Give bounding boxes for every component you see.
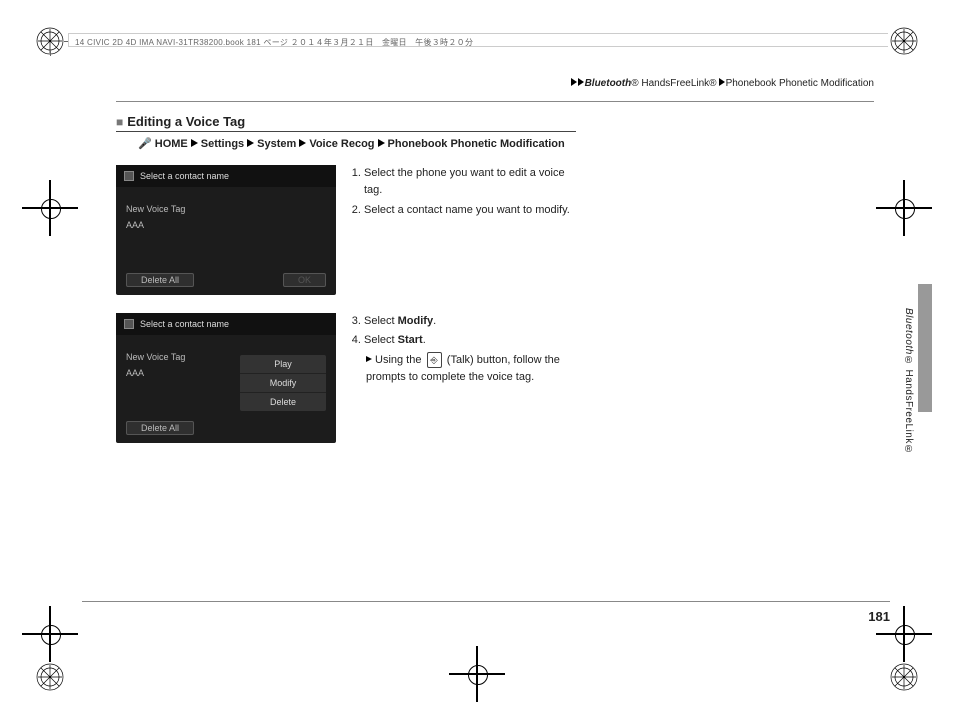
nav-step: System: [257, 138, 296, 150]
print-crosshair-icon: [38, 622, 62, 646]
delete-all-button: Delete All: [126, 421, 194, 435]
list-item: New Voice Tag: [126, 201, 185, 217]
talk-icon: 🎤: [138, 138, 152, 150]
menu-item-modify: Modify: [240, 374, 326, 393]
screenshot-contact-list: Select a contact name New Voice Tag AAA …: [116, 165, 336, 295]
nav-step: Phonebook Phonetic Modification: [388, 138, 565, 150]
step-3: Select Modify.: [364, 313, 576, 331]
print-registration-mark: [890, 663, 918, 691]
instruction-text: Select Modify. Select Start. Using the ⎆…: [348, 313, 576, 387]
step-4: Select Start.: [364, 332, 576, 350]
nav-step: Settings: [201, 138, 244, 150]
triangle-right-icon: [299, 139, 306, 147]
navigation-path: 🎤 HOME Settings System Voice Recog Phonebook…: [138, 136, 576, 153]
breadcrumb-text: HandsFreeLink®: [639, 78, 717, 89]
print-crosshair-icon: [892, 622, 916, 646]
footer-rule: [82, 601, 890, 602]
print-crosshair-icon: [892, 196, 916, 220]
print-registration-mark: [890, 27, 918, 55]
context-menu: Play Modify Delete: [240, 355, 326, 411]
menu-item-play: Play: [240, 355, 326, 374]
triangle-right-icon: [247, 139, 254, 147]
triangle-right-icon: [378, 139, 385, 147]
screenshot-header: Select a contact name: [116, 165, 336, 187]
instruction-text: Select the phone you want to edit a voic…: [348, 165, 576, 222]
list-item: AAA: [126, 365, 185, 381]
thumb-tab: [918, 284, 932, 412]
nav-step: HOME: [155, 138, 188, 150]
square-bullet-icon: ■: [116, 115, 123, 129]
list-item: New Voice Tag: [126, 349, 185, 365]
document-source-header: 14 CIVIC 2D 4D IMA NAVI-31TR38200.book 1…: [68, 33, 888, 47]
triangle-right-icon: [719, 78, 725, 86]
talk-button-icon: ⎆: [427, 352, 442, 368]
print-registration-mark: [36, 663, 64, 691]
triangle-right-icon: [366, 356, 372, 362]
triangle-right-icon: [191, 139, 198, 147]
breadcrumb: Bluetooth® HandsFreeLink® Phonebook Phone…: [116, 78, 874, 102]
print-tick: [50, 50, 51, 56]
page-number: 181: [868, 609, 890, 624]
screenshot-contact-popup: Select a contact name New Voice Tag AAA …: [116, 313, 336, 443]
breadcrumb-text: ®: [631, 78, 638, 89]
breadcrumb-text: Bluetooth: [585, 78, 632, 89]
delete-all-button: Delete All: [126, 273, 194, 287]
section-side-label: Bluetooth® HandsFreeLink®: [903, 308, 914, 455]
screenshot-header: Select a contact name: [116, 313, 336, 335]
step-4-sub: Using the ⎆ (Talk) button, follow the pr…: [366, 352, 576, 387]
triangle-right-icon: [571, 78, 577, 86]
breadcrumb-text: Phonebook Phonetic Modification: [726, 78, 874, 89]
triangle-right-icon: [578, 78, 584, 86]
section-title: ■Editing a Voice Tag: [116, 114, 576, 132]
ok-button-disabled: OK: [283, 273, 326, 287]
step-2: Select a contact name you want to modify…: [364, 202, 576, 220]
menu-item-delete: Delete: [240, 393, 326, 411]
print-crosshair-icon: [465, 662, 489, 686]
list-item: AAA: [126, 217, 185, 233]
print-crosshair-icon: [38, 196, 62, 220]
nav-step: Voice Recog: [309, 138, 374, 150]
step-1: Select the phone you want to edit a voic…: [364, 165, 576, 200]
